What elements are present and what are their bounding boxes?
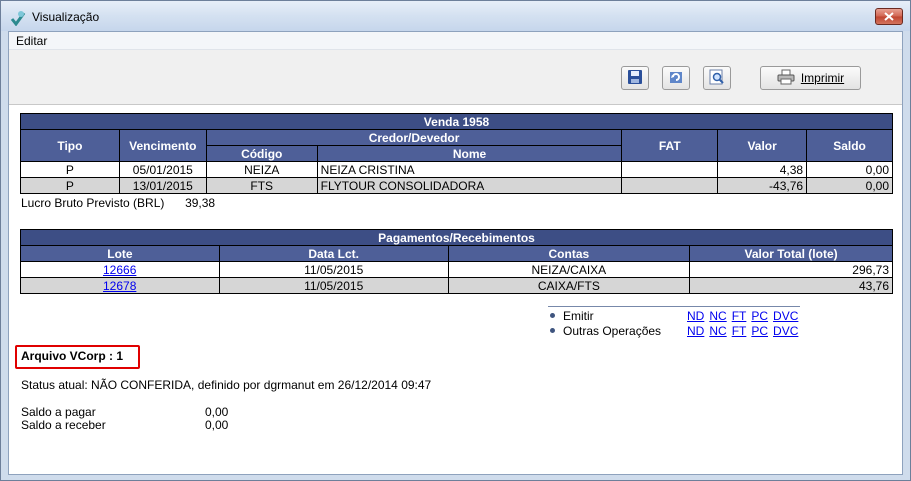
printer-icon bbox=[777, 69, 795, 88]
table-row: 12666 11/05/2015 NEIZA/CAIXA 296,73 bbox=[20, 261, 893, 278]
saldo-receber-value: 0,00 bbox=[205, 418, 229, 432]
op-link-dvc[interactable]: DVC bbox=[773, 324, 798, 338]
lote-link[interactable]: 12678 bbox=[103, 279, 136, 293]
payments-table: Pagamentos/Recebimentos Lote Data Lct. C… bbox=[20, 229, 893, 294]
cell-valor-total: 43,76 bbox=[689, 277, 893, 294]
table-row: P 13/01/2015 FTS FLYTOUR CONSOLIDADORA -… bbox=[20, 177, 893, 194]
zoom-icon bbox=[709, 69, 725, 88]
col-credor-devedor: Credor/Devedor bbox=[205, 129, 623, 146]
cell-valor: -43,76 bbox=[717, 177, 808, 194]
cell-valor: 4,38 bbox=[717, 161, 808, 178]
sale-title: Venda 1958 bbox=[20, 113, 893, 130]
col-data-lct: Data Lct. bbox=[218, 245, 449, 262]
col-tipo: Tipo bbox=[20, 129, 120, 162]
col-contas: Contas bbox=[447, 245, 691, 262]
cell-nome: FLYTOUR CONSOLIDADORA bbox=[316, 177, 623, 194]
op-link-nc[interactable]: NC bbox=[709, 324, 726, 338]
menu-editar[interactable]: Editar bbox=[16, 34, 47, 48]
refresh-icon bbox=[668, 69, 684, 88]
print-label: Imprimir bbox=[800, 71, 845, 85]
close-button[interactable] bbox=[875, 8, 903, 25]
col-fat: FAT bbox=[621, 129, 719, 162]
saldo-receber-label: Saldo a receber bbox=[21, 418, 106, 432]
op-link-pc[interactable]: PC bbox=[751, 309, 768, 323]
client-area: Editar Imprimir Venda 1958 Tipo Vencimen… bbox=[8, 31, 903, 475]
title-bar: Visualização bbox=[1, 1, 910, 31]
col-valor: Valor bbox=[717, 129, 808, 162]
op-link-nc[interactable]: NC bbox=[709, 309, 726, 323]
operation-row-outras: Outras Operações ND NC FT PC DVC bbox=[550, 324, 803, 338]
table-row: P 05/01/2015 NEIZA NEIZA CRISTINA 4,38 0… bbox=[20, 161, 893, 178]
payments-title: Pagamentos/Recebimentos bbox=[20, 229, 893, 246]
cell-saldo: 0,00 bbox=[806, 177, 893, 194]
lucro-value: 39,38 bbox=[185, 196, 216, 210]
col-valor-total: Valor Total (lote) bbox=[689, 245, 893, 262]
operations-divider bbox=[548, 306, 800, 307]
bullet-icon bbox=[550, 313, 555, 319]
close-icon bbox=[884, 12, 894, 21]
cell-data: 11/05/2015 bbox=[218, 277, 449, 294]
operation-label: Emitir bbox=[563, 309, 594, 323]
app-logo-icon bbox=[10, 10, 26, 27]
cell-tipo: P bbox=[20, 177, 120, 194]
op-link-nd[interactable]: ND bbox=[687, 324, 704, 338]
table-row: 12678 11/05/2015 CAIXA/FTS 43,76 bbox=[20, 277, 893, 294]
cell-codigo: NEIZA bbox=[205, 161, 318, 178]
col-vencimento: Vencimento bbox=[118, 129, 207, 162]
window-title: Visualização bbox=[32, 10, 100, 24]
cell-tipo: P bbox=[20, 161, 120, 178]
cell-nome: NEIZA CRISTINA bbox=[316, 161, 623, 178]
operation-row-emitir: Emitir ND NC FT PC DVC bbox=[550, 309, 803, 323]
sale-table: Venda 1958 Tipo Vencimento Credor/Devedo… bbox=[20, 113, 893, 194]
col-codigo: Código bbox=[205, 145, 318, 162]
bullet-icon bbox=[550, 328, 555, 334]
save-button[interactable] bbox=[621, 66, 649, 90]
cell-fat bbox=[621, 161, 719, 178]
lucro-label: Lucro Bruto Previsto (BRL) bbox=[21, 196, 165, 210]
saldo-pagar-value: 0,00 bbox=[205, 405, 229, 419]
col-nome: Nome bbox=[316, 145, 623, 162]
menu-bar: Editar bbox=[9, 32, 902, 50]
cell-data: 11/05/2015 bbox=[218, 261, 449, 278]
print-button[interactable]: Imprimir bbox=[760, 66, 861, 90]
cell-vencimento: 13/01/2015 bbox=[118, 177, 207, 194]
col-saldo: Saldo bbox=[806, 129, 893, 162]
vcorp-label: Arquivo VCorp : 1 bbox=[15, 345, 140, 369]
cell-codigo: FTS bbox=[205, 177, 318, 194]
saldo-pagar-label: Saldo a pagar bbox=[21, 405, 96, 419]
cell-vencimento: 05/01/2015 bbox=[118, 161, 207, 178]
lucro-line: Lucro Bruto Previsto (BRL) 39,38 bbox=[21, 196, 215, 210]
op-link-ft[interactable]: FT bbox=[732, 324, 747, 338]
cell-fat bbox=[621, 177, 719, 194]
cell-contas: CAIXA/FTS bbox=[447, 277, 691, 294]
zoom-button[interactable] bbox=[703, 66, 731, 90]
op-link-ft[interactable]: FT bbox=[732, 309, 747, 323]
status-text: Status atual: NÃO CONFERIDA, definido po… bbox=[21, 378, 432, 392]
cell-valor-total: 296,73 bbox=[689, 261, 893, 278]
col-lote: Lote bbox=[20, 245, 220, 262]
op-link-nd[interactable]: ND bbox=[687, 309, 704, 323]
op-link-dvc[interactable]: DVC bbox=[773, 309, 798, 323]
save-icon bbox=[627, 69, 643, 88]
refresh-button[interactable] bbox=[662, 66, 690, 90]
operation-label: Outras Operações bbox=[563, 324, 662, 338]
window: Visualização Editar Imprimir Venda 1958 … bbox=[0, 0, 911, 481]
cell-contas: NEIZA/CAIXA bbox=[447, 261, 691, 278]
op-link-pc[interactable]: PC bbox=[751, 324, 768, 338]
cell-saldo: 0,00 bbox=[806, 161, 893, 178]
toolbar: Imprimir bbox=[9, 50, 902, 105]
lote-link[interactable]: 12666 bbox=[103, 263, 136, 277]
